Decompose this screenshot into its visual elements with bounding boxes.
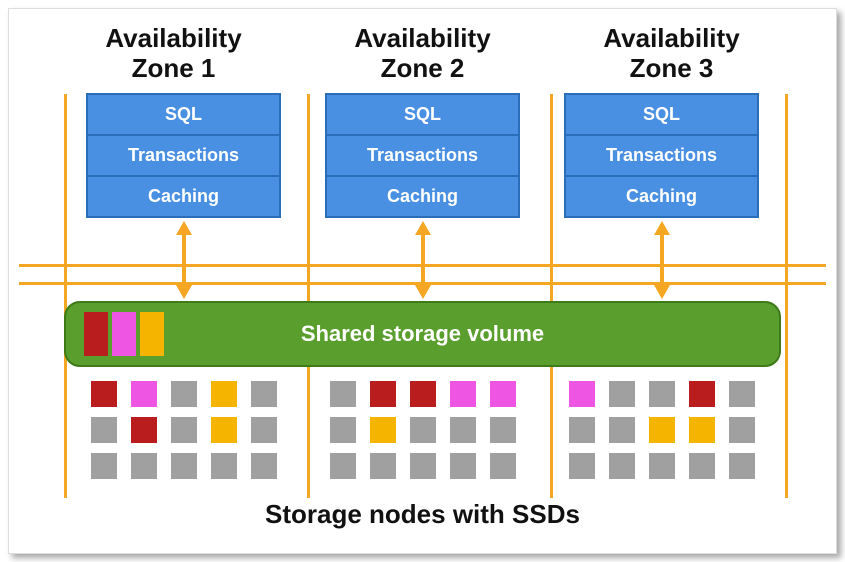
db-layer-sql: SQL [327, 95, 518, 136]
storage-node [211, 417, 237, 443]
storage-node [131, 417, 157, 443]
db-layer-transactions: Transactions [566, 136, 757, 177]
storage-node [689, 453, 715, 479]
storage-node [729, 381, 755, 407]
storage-node [251, 381, 277, 407]
storage-node [410, 453, 436, 479]
zone-title-1: AvailabilityZone 1 [64, 24, 284, 84]
diagram-frame: AvailabilityZone 1 AvailabilityZone 2 Av… [8, 8, 837, 554]
storage-node [609, 417, 635, 443]
db-box-zone-2: SQL Transactions Caching [325, 93, 520, 218]
arrow-zone-3 [564, 221, 759, 299]
storage-node [91, 381, 117, 407]
storage-node [649, 381, 675, 407]
db-layer-caching: Caching [88, 177, 279, 216]
storage-node [330, 453, 356, 479]
storage-node [251, 453, 277, 479]
storage-node [490, 417, 516, 443]
storage-node [609, 453, 635, 479]
storage-node [171, 381, 197, 407]
db-box-zone-3: SQL Transactions Caching [564, 93, 759, 218]
storage-node [729, 453, 755, 479]
storage-node [330, 417, 356, 443]
storage-node [131, 381, 157, 407]
storage-node [689, 417, 715, 443]
double-arrow-icon [413, 221, 433, 299]
storage-node [450, 417, 476, 443]
storage-node [330, 381, 356, 407]
db-layer-caching: Caching [566, 177, 757, 216]
db-layer-sql: SQL [88, 95, 279, 136]
storage-node [91, 453, 117, 479]
storage-node [370, 381, 396, 407]
storage-node [410, 381, 436, 407]
storage-node [131, 453, 157, 479]
storage-node [689, 381, 715, 407]
arrow-zone-2 [325, 221, 520, 299]
zone-title-3: AvailabilityZone 3 [562, 24, 782, 84]
db-layer-sql: SQL [566, 95, 757, 136]
storage-node [370, 417, 396, 443]
storage-node [649, 417, 675, 443]
storage-node [649, 453, 675, 479]
double-arrow-icon [174, 221, 194, 299]
arrow-zone-1 [86, 221, 281, 299]
node-group-zone-1 [91, 381, 277, 479]
storage-node [490, 453, 516, 479]
storage-node [171, 417, 197, 443]
storage-node [450, 453, 476, 479]
storage-node [410, 417, 436, 443]
database-boxes-row: SQL Transactions Caching SQL Transaction… [9, 93, 836, 218]
storage-node [569, 381, 595, 407]
storage-node [450, 381, 476, 407]
storage-node [91, 417, 117, 443]
storage-node [490, 381, 516, 407]
storage-node [370, 453, 396, 479]
arrows-row [9, 221, 836, 299]
footer-label: Storage nodes with SSDs [9, 499, 836, 530]
node-group-zone-2 [330, 381, 516, 479]
db-layer-caching: Caching [327, 177, 518, 216]
storage-node [569, 417, 595, 443]
storage-node [609, 381, 635, 407]
node-group-zone-3 [569, 381, 755, 479]
storage-node [729, 417, 755, 443]
db-layer-transactions: Transactions [327, 136, 518, 177]
db-box-zone-1: SQL Transactions Caching [86, 93, 281, 218]
double-arrow-icon [652, 221, 672, 299]
storage-node [569, 453, 595, 479]
storage-nodes-area [9, 381, 836, 479]
storage-node [211, 381, 237, 407]
shared-storage-volume: Shared storage volume [64, 301, 781, 367]
zone-titles-row: AvailabilityZone 1 AvailabilityZone 2 Av… [9, 9, 836, 89]
storage-node [211, 453, 237, 479]
storage-node [251, 417, 277, 443]
zone-title-2: AvailabilityZone 2 [313, 24, 533, 84]
storage-node [171, 453, 197, 479]
db-layer-transactions: Transactions [88, 136, 279, 177]
volume-label: Shared storage volume [66, 321, 779, 347]
